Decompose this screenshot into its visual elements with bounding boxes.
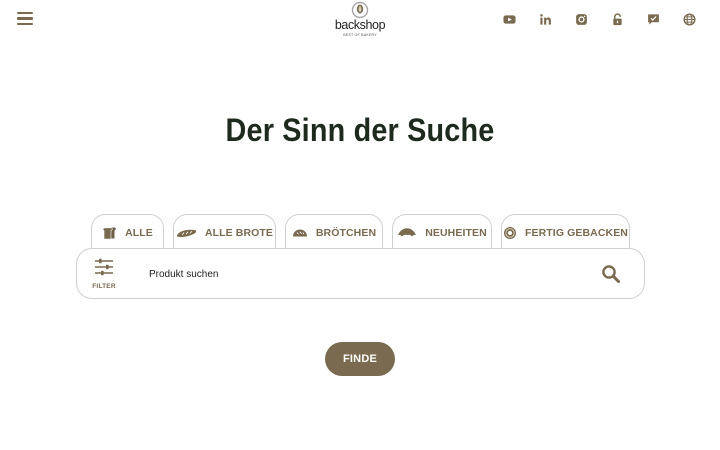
- linkedin-icon: [539, 13, 551, 25]
- bread-slice-icon: [102, 227, 116, 239]
- logo-wordmark: backshop: [334, 18, 386, 32]
- chat-icon: [647, 13, 659, 25]
- finde-button[interactable]: FINDE: [325, 342, 395, 376]
- baguette-icon: [176, 229, 197, 237]
- hamburger-icon: [17, 12, 33, 15]
- language-link[interactable]: [682, 12, 696, 26]
- login-link[interactable]: [610, 12, 624, 26]
- logo[interactable]: backshop BEST OF BAKERY: [330, 0, 390, 42]
- tab-broetchen[interactable]: BRÖTCHEN: [285, 214, 383, 250]
- search-icon[interactable]: [601, 264, 621, 284]
- lock-icon: [612, 12, 622, 25]
- filter-label: FILTER: [92, 283, 116, 290]
- linkedin-link[interactable]: [538, 12, 552, 26]
- logo-mark-icon: [351, 1, 369, 18]
- instagram-link[interactable]: [574, 12, 588, 26]
- donut-icon: [503, 226, 516, 239]
- logo-tagline: BEST OF BAKERY: [343, 33, 377, 37]
- globe-icon: [682, 12, 696, 26]
- tab-label: FERTIG GEBACKEN: [524, 226, 628, 239]
- tab-label: NEUHEITEN: [425, 226, 487, 239]
- tab-alle-brote[interactable]: ALLE BROTE: [173, 214, 276, 250]
- youtube-icon: [502, 14, 516, 24]
- filter-sliders-icon: [95, 258, 113, 276]
- tab-label: BRÖTCHEN: [315, 226, 377, 239]
- search-bar: FILTER: [76, 248, 645, 299]
- tab-label: ALLE: [125, 226, 153, 239]
- instagram-icon: [575, 13, 587, 25]
- bread-roll-icon: [292, 229, 307, 236]
- croissant-icon: [398, 228, 417, 237]
- tab-neuheiten[interactable]: NEUHEITEN: [392, 214, 492, 250]
- tab-label: ALLE BROTE: [204, 226, 274, 239]
- page-title: Der Sinn der Suche: [225, 112, 495, 148]
- filter-button[interactable]: FILTER: [91, 258, 117, 292]
- youtube-link[interactable]: [502, 12, 516, 26]
- menu-button[interactable]: [17, 12, 33, 26]
- search-input[interactable]: [149, 263, 549, 285]
- contact-link[interactable]: [646, 12, 660, 26]
- tab-fertig-gebacken[interactable]: FERTIG GEBACKEN: [501, 214, 630, 250]
- tab-alle[interactable]: ALLE: [91, 214, 164, 250]
